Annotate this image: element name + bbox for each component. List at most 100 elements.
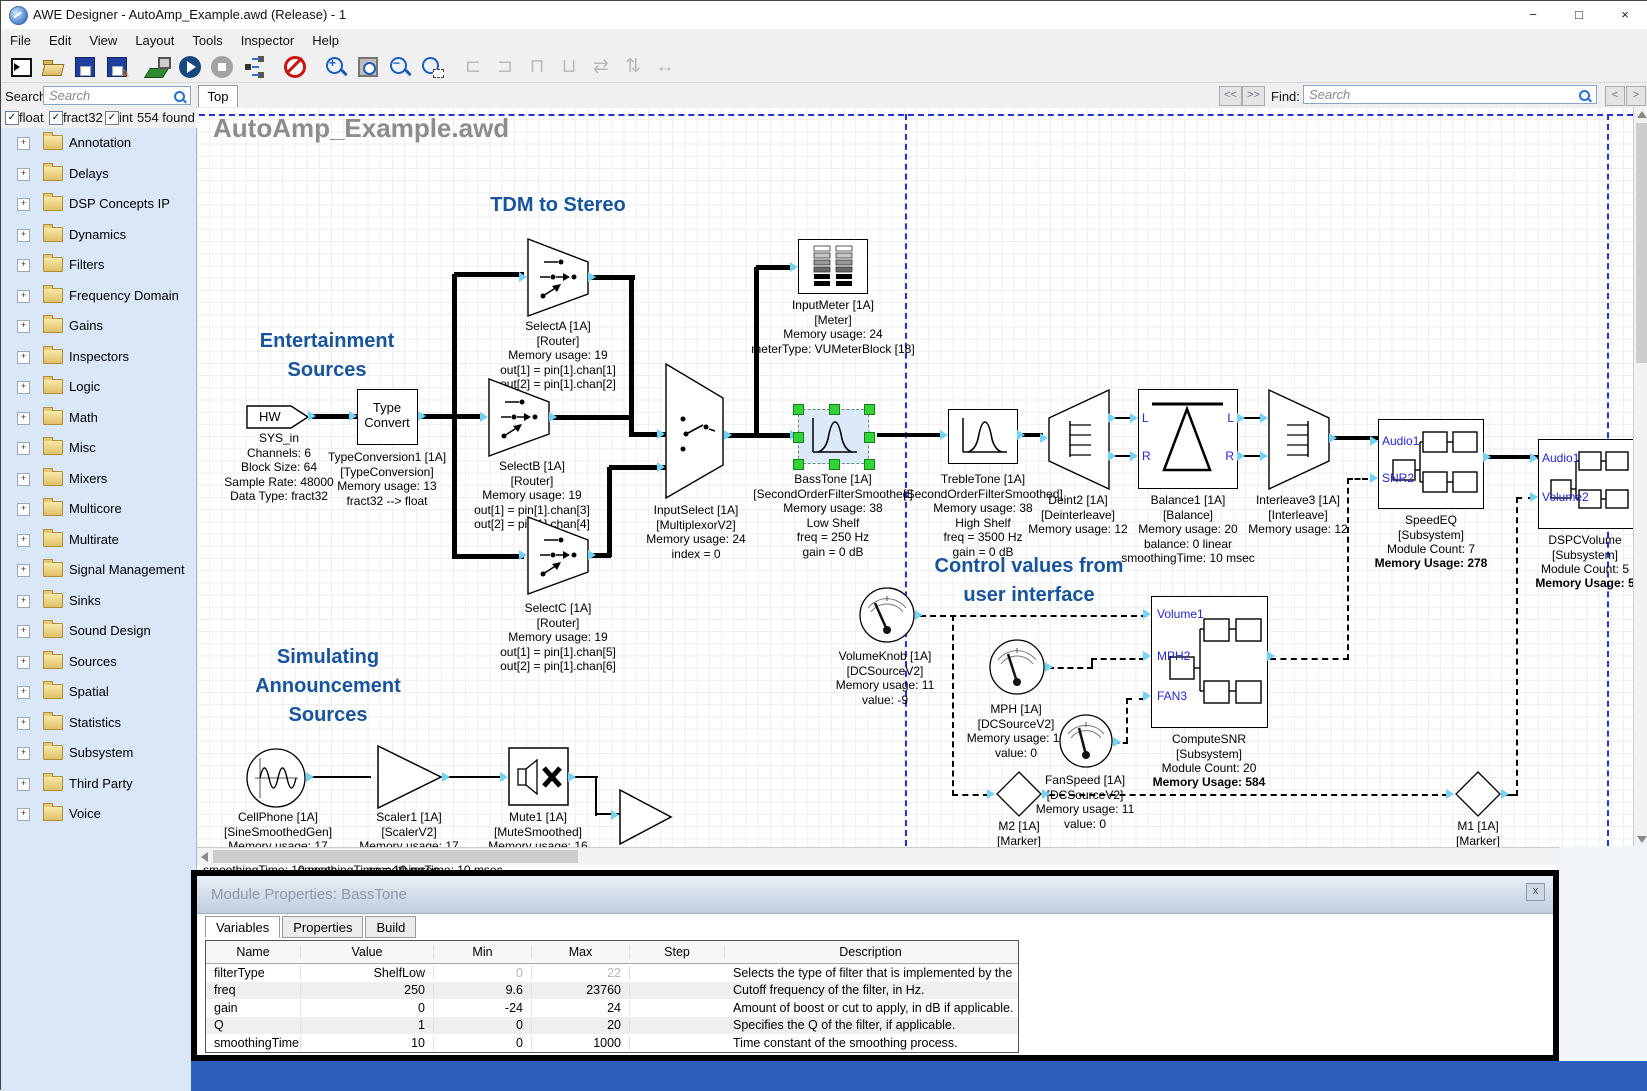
- expand-icon[interactable]: +: [17, 259, 30, 272]
- sidebar-item-frequency-domain[interactable]: +Frequency Domain: [1, 281, 196, 312]
- pin-icon[interactable]: [915, 610, 923, 620]
- pin-icon[interactable]: [1237, 451, 1245, 461]
- expand-icon[interactable]: +: [17, 625, 30, 638]
- align-right-icon[interactable]: ⊐: [492, 54, 518, 80]
- pin-icon[interactable]: [549, 412, 557, 422]
- save-as-icon[interactable]: ✎: [104, 54, 130, 80]
- sidebar-item-sinks[interactable]: +Sinks: [1, 586, 196, 617]
- selection-handle[interactable]: [829, 459, 840, 470]
- propagate-changes-icon[interactable]: [241, 54, 267, 80]
- v-scroll-thumb[interactable]: [1636, 123, 1647, 363]
- selection-handle[interactable]: [864, 459, 875, 470]
- module-m2[interactable]: [995, 770, 1043, 818]
- menu-item-tools[interactable]: Tools: [183, 31, 231, 50]
- menu-item-help[interactable]: Help: [303, 31, 348, 50]
- panel-tab-build[interactable]: Build: [365, 916, 416, 938]
- canvas-vertical-scrollbar[interactable]: [1633, 107, 1647, 847]
- selection-handle[interactable]: [864, 432, 875, 443]
- module-balance1[interactable]: [1138, 389, 1238, 489]
- checkbox-fract32[interactable]: ✓: [49, 111, 63, 125]
- column-header-step[interactable]: Step: [630, 945, 725, 959]
- pin-icon[interactable]: [1267, 651, 1275, 661]
- module-speedeq[interactable]: [1378, 419, 1484, 509]
- pin-icon[interactable]: [588, 550, 596, 560]
- sidebar-item-sources[interactable]: +Sources: [1, 647, 196, 678]
- column-header-name[interactable]: Name: [206, 945, 301, 959]
- sidebar-item-signal-management[interactable]: +Signal Management: [1, 555, 196, 586]
- pin-icon[interactable]: [500, 772, 508, 782]
- sidebar-item-filters[interactable]: +Filters: [1, 250, 196, 281]
- expand-icon[interactable]: +: [17, 717, 30, 730]
- pin-icon[interactable]: [480, 412, 488, 422]
- tab-top[interactable]: Top: [198, 85, 238, 108]
- checkbox-float[interactable]: ✓: [5, 111, 19, 125]
- module-selectc[interactable]: [527, 516, 589, 595]
- pin-icon[interactable]: [1530, 492, 1538, 502]
- menu-item-view[interactable]: View: [80, 31, 126, 50]
- column-header-min[interactable]: Min: [434, 945, 532, 959]
- expand-icon[interactable]: +: [17, 412, 30, 425]
- menu-item-layout[interactable]: Layout: [126, 31, 183, 50]
- pin-icon[interactable]: [1045, 662, 1053, 672]
- sidebar-item-spatial[interactable]: +Spatial: [1, 677, 196, 708]
- connect-hardware-icon[interactable]: [145, 54, 171, 80]
- sidebar-item-sound-design[interactable]: +Sound Design: [1, 616, 196, 647]
- sidebar-item-math[interactable]: +Math: [1, 403, 196, 434]
- selection-handle[interactable]: [864, 404, 875, 415]
- column-header-value[interactable]: Value: [301, 945, 434, 959]
- expand-icon[interactable]: +: [17, 503, 30, 516]
- pin-icon[interactable]: [1042, 789, 1050, 799]
- save-file-icon[interactable]: [72, 54, 98, 80]
- table-row[interactable]: filterTypeShelfLow022Selects the type of…: [206, 964, 1018, 982]
- menu-item-edit[interactable]: Edit: [40, 31, 80, 50]
- panel-header[interactable]: Module Properties: BassTone x: [197, 876, 1553, 914]
- scroll-left-icon[interactable]: [201, 852, 208, 862]
- menu-item-inspector[interactable]: Inspector: [232, 31, 303, 50]
- maximize-button[interactable]: □: [1556, 1, 1602, 29]
- zoom-out-icon[interactable]: −: [387, 54, 413, 80]
- scroll-down-icon[interactable]: [1637, 836, 1647, 843]
- expand-icon[interactable]: +: [17, 778, 30, 791]
- checkbox-int[interactable]: ✓: [105, 111, 119, 125]
- pin-icon[interactable]: [1130, 451, 1138, 461]
- pin-icon[interactable]: [1446, 789, 1454, 799]
- sidebar-item-gains[interactable]: +Gains: [1, 311, 196, 342]
- zoom-selection-icon[interactable]: [419, 54, 445, 80]
- sidebar-item-annotation[interactable]: +Annotation: [1, 128, 196, 159]
- module-selecta[interactable]: [527, 238, 589, 317]
- selection-handle[interactable]: [793, 404, 804, 415]
- table-row[interactable]: freq2509.623760Cutoff frequency of the f…: [206, 982, 1018, 1000]
- find-prev-all-button[interactable]: <<: [1219, 86, 1242, 106]
- selection-handle[interactable]: [793, 432, 804, 443]
- find-next-all-button[interactable]: >>: [1242, 86, 1265, 106]
- selection-handle[interactable]: [829, 404, 840, 415]
- h-scroll-thumb[interactable]: [213, 850, 578, 863]
- expand-icon[interactable]: +: [17, 381, 30, 394]
- close-button[interactable]: ×: [1602, 1, 1647, 29]
- expand-icon[interactable]: +: [17, 229, 30, 242]
- expand-icon[interactable]: +: [17, 351, 30, 364]
- expand-icon[interactable]: +: [17, 320, 30, 333]
- module-selectb[interactable]: [488, 378, 550, 457]
- pin-icon[interactable]: [1501, 789, 1509, 799]
- panel-tab-properties[interactable]: Properties: [282, 916, 363, 938]
- module-fanspeed[interactable]: [1058, 713, 1114, 769]
- expand-icon[interactable]: +: [17, 442, 30, 455]
- pin-icon[interactable]: [1260, 451, 1268, 461]
- zoom-normal-icon[interactable]: [355, 54, 381, 80]
- profile-disabled-icon[interactable]: [282, 54, 308, 80]
- open-file-icon[interactable]: [40, 54, 66, 80]
- menu-item-file[interactable]: File: [1, 31, 40, 50]
- column-header-max[interactable]: Max: [532, 945, 630, 959]
- module-search-input[interactable]: [43, 86, 191, 105]
- expand-icon[interactable]: +: [17, 137, 30, 150]
- expand-icon[interactable]: +: [17, 290, 30, 303]
- pin-icon[interactable]: [442, 772, 450, 782]
- find-input[interactable]: [1303, 85, 1597, 104]
- module-inputmeter[interactable]: [798, 239, 868, 294]
- panel-close-icon[interactable]: x: [1526, 883, 1545, 901]
- module-scaler1[interactable]: [377, 745, 443, 809]
- expand-icon[interactable]: +: [17, 808, 30, 821]
- module-mute1[interactable]: [508, 747, 569, 806]
- pin-icon[interactable]: [1143, 691, 1151, 701]
